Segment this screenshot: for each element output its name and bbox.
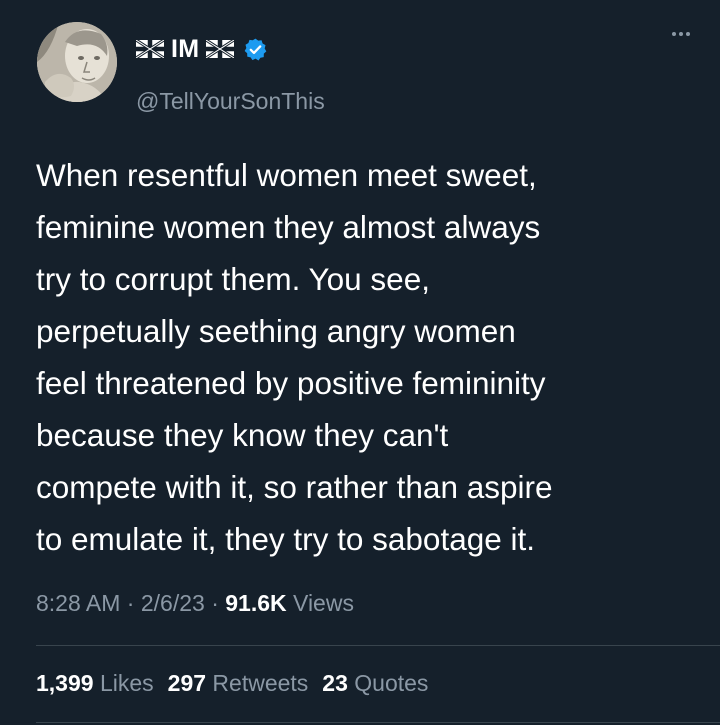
views-label: Views bbox=[293, 590, 354, 616]
author-handle[interactable]: @TellYourSonThis bbox=[136, 88, 325, 115]
retweets-stat[interactable]: 297 Retweets bbox=[168, 670, 309, 696]
quotes-label: Quotes bbox=[354, 670, 429, 696]
uk-flag-icon bbox=[136, 40, 164, 58]
uk-flag-icon bbox=[206, 40, 235, 58]
divider bbox=[36, 645, 720, 646]
avatar-statue-image bbox=[37, 22, 117, 102]
tweet-header: IM @TellYourSonThis bbox=[37, 22, 690, 114]
display-name[interactable]: IM bbox=[171, 35, 199, 64]
likes-count: 1,399 bbox=[36, 670, 94, 696]
views-count: 91.6K bbox=[225, 590, 287, 616]
meta-separator: · bbox=[211, 590, 219, 616]
verified-badge-icon bbox=[245, 38, 267, 61]
tweet-meta: 8:28 AM · 2/6/23 · 91.6K Views bbox=[36, 590, 354, 617]
tweet-text: When resentful women meet sweet, feminin… bbox=[36, 157, 553, 557]
divider bbox=[36, 722, 720, 723]
likes-label: Likes bbox=[99, 670, 154, 696]
tweet-time[interactable]: 8:28 AM bbox=[36, 590, 120, 616]
more-dot bbox=[686, 32, 690, 36]
meta-separator: · bbox=[126, 590, 135, 616]
retweets-label: Retweets bbox=[212, 670, 309, 696]
author-name-row[interactable]: IM bbox=[136, 34, 268, 64]
tweet-date[interactable]: 2/6/23 bbox=[141, 590, 205, 616]
avatar[interactable] bbox=[37, 22, 117, 102]
likes-stat[interactable]: 1,399 Likes bbox=[36, 670, 154, 696]
more-dot bbox=[679, 32, 683, 36]
retweets-count: 297 bbox=[167, 670, 207, 696]
quotes-count: 23 bbox=[322, 670, 348, 696]
quotes-stat[interactable]: 23 Quotes bbox=[322, 670, 428, 696]
more-dot bbox=[672, 32, 676, 36]
more-options-icon[interactable] bbox=[672, 32, 690, 36]
tweet-stats: 1,399 Likes 297 Retweets 23 Quotes bbox=[36, 670, 428, 697]
